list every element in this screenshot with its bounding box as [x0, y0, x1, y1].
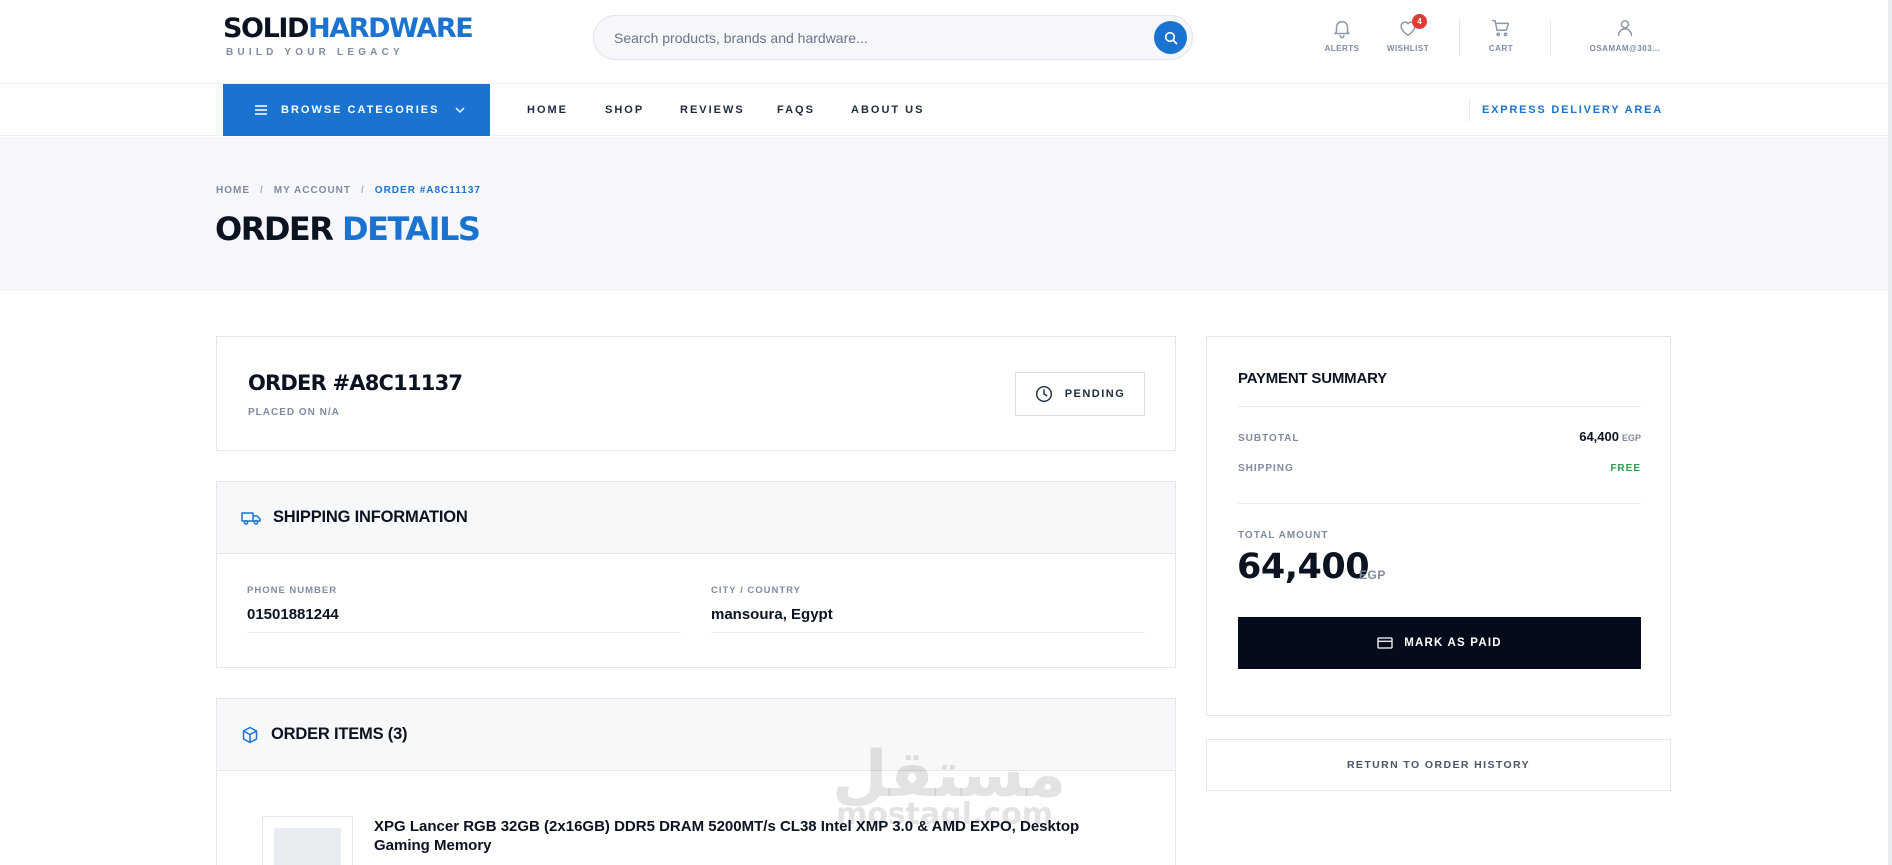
- menu-icon: [255, 105, 267, 115]
- phone-number-field: PHONE NUMBER 01501881244: [247, 585, 681, 633]
- top-header: SOLIDHARDWARE BUILD YOUR LEGACY ALERTS 4…: [0, 0, 1892, 84]
- nav-home[interactable]: HOME: [527, 84, 568, 136]
- account-button[interactable]: OSAMAM@303...: [1587, 17, 1663, 53]
- order-number: ORDER #A8C11137: [248, 371, 463, 395]
- phone-number-label: PHONE NUMBER: [247, 585, 338, 596]
- mark-as-paid-button[interactable]: MARK AS PAID: [1238, 617, 1641, 669]
- search-button[interactable]: [1154, 21, 1187, 54]
- logo-tagline: BUILD YOUR LEGACY: [226, 47, 404, 58]
- search-icon: [1164, 31, 1177, 44]
- subtotal-row: SUBTOTAL 64,400 EGP: [1238, 429, 1641, 444]
- credit-card-icon: [1377, 637, 1393, 649]
- nav-divider: [1469, 98, 1470, 122]
- alerts-button[interactable]: ALERTS: [1314, 17, 1370, 53]
- order-items-card: ORDER ITEMS (3) XPG Lancer RGB 32GB (2x1…: [216, 698, 1176, 865]
- order-summary-card: ORDER #A8C11137 PLACED ON N/A PENDING: [216, 336, 1176, 451]
- total-currency: EGP: [1359, 568, 1386, 582]
- product-name[interactable]: XPG Lancer RGB 32GB (2x16GB) DDR5 DRAM 5…: [374, 817, 1094, 855]
- phone-number-value: 01501881244: [247, 606, 339, 623]
- browse-categories-button[interactable]: BROWSE CATEGORIES: [223, 84, 490, 136]
- chevron-down-icon: [455, 107, 465, 113]
- bell-icon: [1334, 20, 1350, 39]
- nav-about-us[interactable]: ABOUT US: [851, 84, 924, 136]
- main-nav: BROWSE CATEGORIES HOME SHOP REVIEWS FAQS…: [0, 84, 1892, 136]
- subtotal-label: SUBTOTAL: [1238, 433, 1300, 444]
- logo-wordmark: SOLIDHARDWARE: [223, 13, 474, 44]
- browse-categories-label: BROWSE CATEGORIES: [281, 104, 440, 116]
- logo[interactable]: SOLIDHARDWARE BUILD YOUR LEGACY: [223, 13, 474, 59]
- city-country-field: CITY / COUNTRY mansoura, Egypt: [711, 585, 1145, 633]
- cart-icon: [1492, 19, 1510, 37]
- order-placed-date: PLACED ON N/A: [248, 407, 340, 418]
- page-hero: HOME / MY ACCOUNT / ORDER #A8C11137 ORDER DE…: [0, 137, 1892, 290]
- shipping-info-header: SHIPPING INFORMATION: [217, 482, 1175, 554]
- payment-summary-card: PAYMENT SUMMARY SUBTOTAL 64,400 EGP SHIPP…: [1206, 336, 1671, 716]
- header-divider: [1459, 20, 1460, 56]
- return-to-order-history-button[interactable]: RETURN TO ORDER HISTORY: [1206, 739, 1671, 791]
- window-scrollbar[interactable]: [1888, 0, 1892, 865]
- cart-button[interactable]: CART: [1473, 17, 1529, 53]
- city-country-label: CITY / COUNTRY: [711, 585, 802, 596]
- cart-label: CART: [1488, 44, 1514, 53]
- city-country-value: mansoura, Egypt: [711, 606, 833, 623]
- total-amount-value: 64,400: [1237, 547, 1370, 587]
- shipping-info-title: SHIPPING INFORMATION: [273, 508, 468, 526]
- shipping-label: SHIPPING: [1238, 463, 1294, 474]
- breadcrumb-my-account[interactable]: MY ACCOUNT: [274, 185, 351, 196]
- shipping-row: SHIPPING FREE: [1238, 463, 1641, 474]
- breadcrumb: HOME / MY ACCOUNT / ORDER #A8C11137: [216, 185, 481, 196]
- mark-as-paid-label: MARK AS PAID: [1404, 637, 1502, 649]
- total-amount-label: TOTAL AMOUNT: [1238, 530, 1329, 541]
- nav-shop[interactable]: SHOP: [605, 84, 644, 136]
- wishlist-label: WISHLIST: [1386, 44, 1430, 53]
- truck-icon: [241, 511, 261, 525]
- nav-faqs[interactable]: FAQS: [777, 84, 815, 136]
- payment-summary-title: PAYMENT SUMMARY: [1238, 370, 1387, 387]
- express-delivery-link[interactable]: EXPRESS DELIVERY AREA: [1482, 84, 1663, 136]
- order-items-header: ORDER ITEMS (3): [217, 699, 1175, 771]
- search-bar: [593, 15, 1193, 60]
- clock-icon: [1035, 385, 1052, 403]
- divider: [1238, 503, 1641, 504]
- subtotal-value: 64,400 EGP: [1579, 429, 1641, 444]
- order-items-title: ORDER ITEMS (3): [271, 725, 408, 743]
- package-icon: [242, 726, 258, 743]
- divider: [1238, 406, 1641, 407]
- breadcrumb-current: ORDER #A8C11137: [374, 185, 481, 196]
- return-to-order-history-label: RETURN TO ORDER HISTORY: [1346, 759, 1531, 771]
- product-thumbnail[interactable]: [262, 816, 353, 865]
- search-input[interactable]: [614, 16, 1134, 59]
- wishlist-count-badge: 4: [1412, 14, 1427, 29]
- page-title: ORDER DETAILS: [215, 210, 481, 248]
- account-label: OSAMAM@303...: [1589, 44, 1661, 53]
- user-icon: [1617, 20, 1633, 37]
- header-divider: [1550, 20, 1551, 56]
- status-badge: PENDING: [1015, 372, 1145, 416]
- nav-reviews[interactable]: REVIEWS: [680, 84, 745, 136]
- alerts-label: ALERTS: [1324, 44, 1360, 53]
- status-label: PENDING: [1064, 388, 1126, 400]
- shipping-info-card: SHIPPING INFORMATION PHONE NUMBER 015018…: [216, 481, 1176, 668]
- breadcrumb-home[interactable]: HOME: [216, 185, 250, 196]
- wishlist-button[interactable]: 4 WISHLIST: [1380, 14, 1436, 53]
- shipping-value: FREE: [1610, 463, 1641, 474]
